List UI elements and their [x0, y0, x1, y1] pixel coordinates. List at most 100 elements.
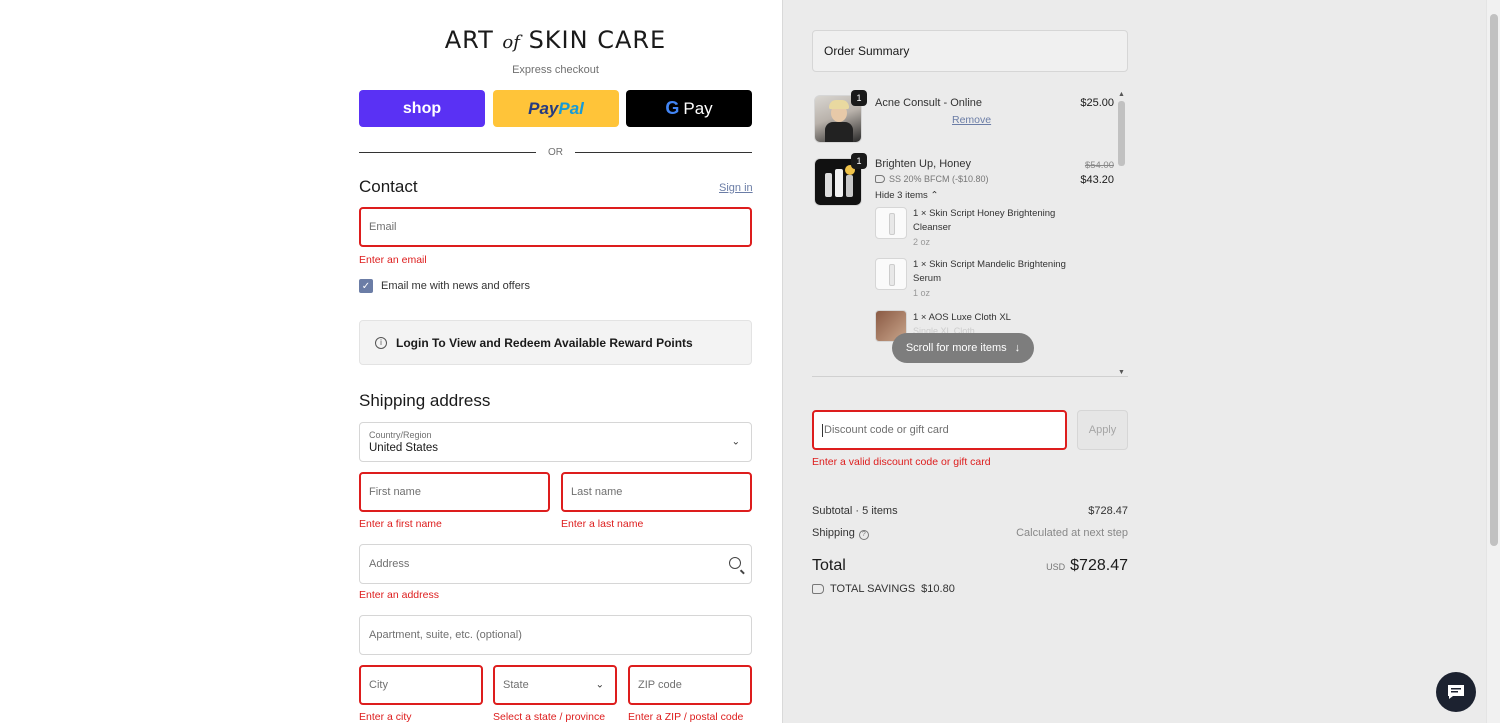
address-error: Enter an address	[359, 589, 439, 601]
shipping-label-wrap: Shipping?	[812, 527, 869, 540]
sub-item-size: 2 oz	[913, 237, 931, 247]
chevron-down-icon: ⌄	[731, 436, 740, 448]
subtotal-label: Subtotal · 5 items	[812, 505, 898, 517]
or-text: OR	[548, 146, 563, 158]
apply-button[interactable]: Apply	[1077, 410, 1128, 450]
country-value: United States	[369, 442, 439, 454]
email-field[interactable]: Email	[359, 207, 752, 247]
currency-code: USD	[1046, 562, 1066, 572]
savings-value: $10.80	[921, 583, 955, 595]
address-field[interactable]: Address	[359, 544, 752, 584]
items-scrollbar[interactable]: ▲ ▼	[1116, 90, 1128, 377]
country-label: Country/Region	[369, 430, 432, 440]
shipping-heading: Shipping address	[359, 391, 491, 410]
shipping-row: Shipping? Calculated at next step	[812, 527, 1128, 540]
item-name: Brighten Up, Honey	[875, 158, 971, 170]
zip-placeholder: ZIP code	[638, 679, 682, 691]
last-name-placeholder: Last name	[571, 486, 623, 498]
text-caret	[822, 423, 823, 437]
total-row: Total USD $728.47	[812, 557, 1128, 575]
order-summary-title: Order Summary	[824, 44, 910, 58]
reward-points-banner[interactable]: i Login To View and Redeem Available Rew…	[359, 320, 752, 365]
chat-button[interactable]	[1436, 672, 1476, 712]
discount-placeholder: Discount code or gift card	[824, 424, 949, 436]
portrait-body	[825, 122, 853, 142]
brand-logo[interactable]: ART of SKIN CARE	[359, 26, 752, 54]
checkbox-checked-icon[interactable]: ✓	[359, 279, 373, 293]
sub-item-size: 1 oz	[913, 288, 931, 298]
shop-pay-button[interactable]: shop	[359, 90, 485, 127]
city-field[interactable]: City	[359, 665, 483, 705]
hide-items-label: Hide 3 items	[875, 190, 928, 201]
apartment-field[interactable]: Apartment, suite, etc. (optional)	[359, 615, 752, 655]
brand-art: ART	[444, 26, 494, 54]
brand-of: of	[502, 32, 520, 53]
total-amount-wrap: USD $728.47	[1046, 557, 1128, 575]
google-pay-label: Pay	[683, 98, 713, 118]
product-bottle	[846, 175, 853, 197]
discount-code-field[interactable]: Discount code or gift card	[812, 410, 1067, 450]
item-discount: SS 20% BFCM (-$10.80)	[875, 174, 989, 184]
or-divider: OR	[359, 146, 752, 158]
tag-icon	[875, 175, 885, 183]
paypal-label-a: Pay	[528, 98, 559, 118]
scroll-more-button[interactable]: Scroll for more items ↓	[892, 333, 1034, 363]
google-g-icon: G	[665, 98, 680, 118]
hide-items-toggle[interactable]: Hide 3 items ⌃	[875, 190, 938, 201]
quantity-badge: 1	[851, 90, 867, 106]
page-scrollbar-thumb[interactable]	[1490, 14, 1498, 546]
brand-skin-care: SKIN CARE	[528, 26, 667, 54]
sub-item-thumbnail	[875, 207, 907, 239]
sub-item-thumbnail	[875, 258, 907, 290]
info-icon: i	[375, 336, 387, 349]
total-savings-row: TOTAL SAVINGS $10.80	[812, 583, 1128, 595]
reward-text: Login To View and Redeem Available Rewar…	[396, 335, 693, 350]
zip-error: Enter a ZIP / postal code	[628, 711, 744, 723]
scroll-more-label: Scroll for more items	[905, 342, 1007, 354]
last-name-error: Enter a last name	[561, 518, 644, 530]
arrow-down-icon: ↓	[1014, 342, 1021, 354]
divider-line-right	[575, 151, 752, 153]
shipping-value: Calculated at next step	[1016, 527, 1128, 540]
address-placeholder: Address	[369, 558, 410, 570]
country-select[interactable]: Country/Region United States ⌄	[359, 422, 752, 462]
quantity-badge: 1	[851, 153, 867, 169]
newsletter-checkbox-row[interactable]: ✓ Email me with news and offers	[359, 279, 530, 293]
scroll-up-arrow-icon[interactable]: ▲	[1118, 91, 1125, 98]
item-original-price: $54.00	[1084, 160, 1114, 171]
total-label: Total	[812, 557, 846, 574]
page-scrollbar[interactable]	[1486, 0, 1500, 723]
product-bottle	[825, 173, 832, 197]
state-placeholder: State	[503, 679, 529, 691]
product-bottle	[835, 169, 843, 197]
contact-heading: Contact	[359, 177, 418, 196]
product-bottle	[889, 213, 895, 235]
savings-label: TOTAL SAVINGS	[830, 583, 916, 595]
google-pay-button[interactable]: G Pay	[626, 90, 752, 127]
divider-line-left	[359, 151, 536, 153]
paypal-label-b: Pal	[558, 98, 584, 118]
paypal-button[interactable]: Pay Pal	[493, 90, 619, 127]
first-name-error: Enter a first name	[359, 518, 442, 530]
order-summary-toggle[interactable]: Order Summary	[812, 30, 1128, 72]
portrait-hair	[829, 100, 849, 109]
scroll-down-arrow-icon[interactable]: ▼	[1118, 369, 1125, 376]
first-name-field[interactable]: First name	[359, 472, 550, 512]
sub-item-name: 1 × Skin Script Mandelic Brightening Ser…	[913, 259, 1066, 284]
subtotal-row: Subtotal · 5 items $728.47	[812, 505, 1128, 517]
item-discount-text: SS 20% BFCM (-$10.80)	[889, 174, 989, 184]
remove-item-link[interactable]: Remove	[952, 114, 991, 126]
scrollbar-thumb[interactable]	[1118, 101, 1125, 166]
newsletter-label: Email me with news and offers	[381, 280, 530, 292]
search-icon[interactable]	[729, 557, 741, 569]
sign-in-link[interactable]: Sign in	[719, 182, 753, 194]
first-name-placeholder: First name	[369, 486, 421, 498]
shipping-label: Shipping	[812, 527, 855, 539]
help-icon[interactable]: ?	[858, 529, 869, 540]
zip-field[interactable]: ZIP code	[628, 665, 752, 705]
last-name-field[interactable]: Last name	[561, 472, 752, 512]
checkout-form-panel: ART of SKIN CARE Express checkout shop P…	[0, 0, 782, 723]
item-price: $25.00	[1080, 97, 1114, 109]
shop-pay-label: shop	[402, 99, 442, 117]
state-select[interactable]: State ⌄	[493, 665, 617, 705]
